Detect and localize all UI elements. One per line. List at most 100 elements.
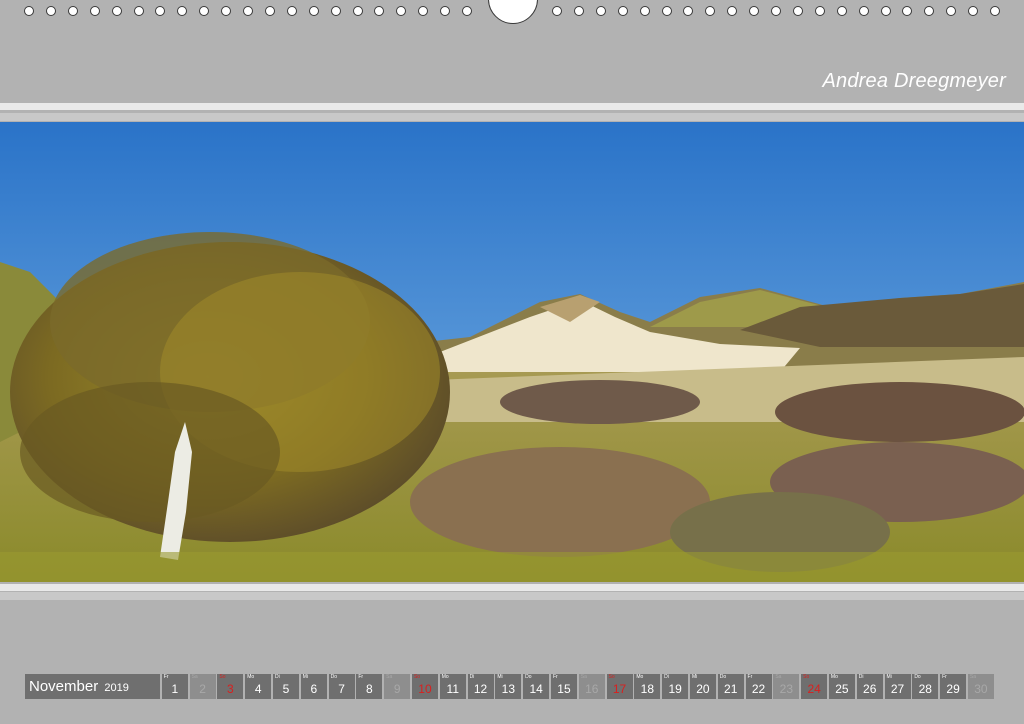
weekday-abbr: Mo xyxy=(441,674,449,680)
day-number: 14 xyxy=(529,682,543,696)
binding-hole xyxy=(814,6,825,16)
weekday-abbr: So xyxy=(219,674,226,680)
month-name: November xyxy=(29,678,99,695)
day-number: 18 xyxy=(640,682,655,696)
top-divider-shadow xyxy=(0,113,1024,121)
day-cell: So 3 xyxy=(217,674,244,699)
binding-hole xyxy=(902,6,913,16)
binding-hole xyxy=(792,6,803,16)
landscape-photo xyxy=(0,122,1024,582)
binding-hole xyxy=(133,6,144,16)
day-number: 15 xyxy=(557,682,571,696)
day-cell: Mo 4 xyxy=(245,674,272,699)
binding-hole xyxy=(264,6,275,16)
month-label: November 2019 xyxy=(25,674,160,699)
weekday-abbr: Sa xyxy=(386,674,393,680)
binding-hole xyxy=(243,6,253,16)
binding-hole xyxy=(308,6,319,16)
day-cell: Mi 13 xyxy=(495,674,522,699)
day-number: 12 xyxy=(473,682,488,696)
weekday-abbr: Do xyxy=(525,674,532,680)
binding-hole xyxy=(440,6,451,16)
binding-hole xyxy=(155,6,166,16)
day-cell: Di 19 xyxy=(662,674,689,699)
hanger-hole xyxy=(488,0,538,24)
month-calendar-strip: November 2019 Fr 1 Sa 2 So 3 Mo 4 Di 5 Mi 6 Do 7 Fr 8 Sa… xyxy=(25,674,994,699)
day-number: 13 xyxy=(501,682,516,696)
day-cell: Di 26 xyxy=(856,674,883,699)
day-number: 27 xyxy=(890,682,905,696)
binding-hole xyxy=(552,6,562,16)
binding-hole xyxy=(67,6,78,16)
day-number: 5 xyxy=(282,682,290,696)
day-cell: Do 7 xyxy=(328,674,355,699)
day-number: 23 xyxy=(779,682,793,696)
weekday-abbr: Di xyxy=(664,674,669,680)
binding-hole xyxy=(111,6,122,16)
day-number: 6 xyxy=(310,682,318,696)
weekday-abbr: Mi xyxy=(302,674,309,680)
weekday-abbr: Do xyxy=(719,674,727,680)
binding-hole xyxy=(396,6,407,16)
day-cell: So 17 xyxy=(606,674,633,699)
day-cell: Di 12 xyxy=(467,674,494,699)
day-number: 4 xyxy=(254,682,262,696)
day-number: 8 xyxy=(366,682,373,696)
binding-hole xyxy=(573,6,584,16)
weekday-abbr: Di xyxy=(469,674,475,680)
day-number: 29 xyxy=(946,682,960,696)
binding-hole xyxy=(199,6,210,16)
binding-hole xyxy=(771,6,781,16)
day-cell: So 10 xyxy=(411,674,438,699)
binding-hole xyxy=(705,6,716,16)
weekday-abbr: Mi xyxy=(497,674,503,680)
day-cell: Sa 9 xyxy=(384,674,411,699)
binding-hole xyxy=(286,6,297,16)
binding-hole xyxy=(374,6,385,16)
binding-hole xyxy=(924,6,935,16)
day-cell: Fr 8 xyxy=(356,674,383,699)
day-cell: Sa 30 xyxy=(967,674,994,699)
binding-hole xyxy=(177,6,188,16)
weekday-abbr: Sa xyxy=(580,674,587,680)
binding-hole xyxy=(749,6,760,16)
day-number: 17 xyxy=(612,682,627,696)
spiral-binding xyxy=(0,0,1024,26)
weekday-abbr: Mo xyxy=(830,674,838,680)
bottom-divider xyxy=(0,584,1024,591)
day-cell: Sa 23 xyxy=(773,674,800,699)
day-cell: Mo 11 xyxy=(439,674,466,699)
weekday-abbr: Di xyxy=(274,674,280,680)
weekday-abbr: So xyxy=(803,674,810,680)
year-label: 2019 xyxy=(104,682,129,694)
bottom-divider-shadow xyxy=(0,592,1024,600)
day-cell: Mi 20 xyxy=(689,674,716,699)
binding-hole xyxy=(836,6,847,16)
day-number: 2 xyxy=(199,682,206,696)
binding-hole xyxy=(661,6,672,16)
day-number: 22 xyxy=(751,682,766,696)
day-cell: Di 5 xyxy=(272,674,299,699)
weekday-abbr: Mo xyxy=(247,674,255,680)
binding-hole xyxy=(727,6,738,16)
binding-hole xyxy=(968,6,979,16)
day-number: 7 xyxy=(338,682,345,696)
day-number: 1 xyxy=(171,682,179,696)
binding-hole xyxy=(24,6,34,16)
binding-hole xyxy=(352,6,363,16)
day-cell: Do 28 xyxy=(912,674,939,699)
weekday-abbr: Fr xyxy=(163,674,169,680)
weekday-abbr: Mi xyxy=(886,674,892,680)
binding-hole xyxy=(617,6,628,16)
author-credit: Andrea Dreegmeyer xyxy=(822,70,1006,92)
binding-hole xyxy=(639,6,650,16)
weekday-abbr: Sa xyxy=(775,674,782,680)
binding-hole xyxy=(595,6,606,16)
day-number: 26 xyxy=(863,682,877,696)
day-number: 3 xyxy=(227,682,234,696)
day-number: 20 xyxy=(696,682,710,696)
binding-hole xyxy=(89,6,100,16)
day-number: 28 xyxy=(918,682,932,696)
day-number: 9 xyxy=(393,682,401,696)
day-cell: Mo 25 xyxy=(828,674,855,699)
